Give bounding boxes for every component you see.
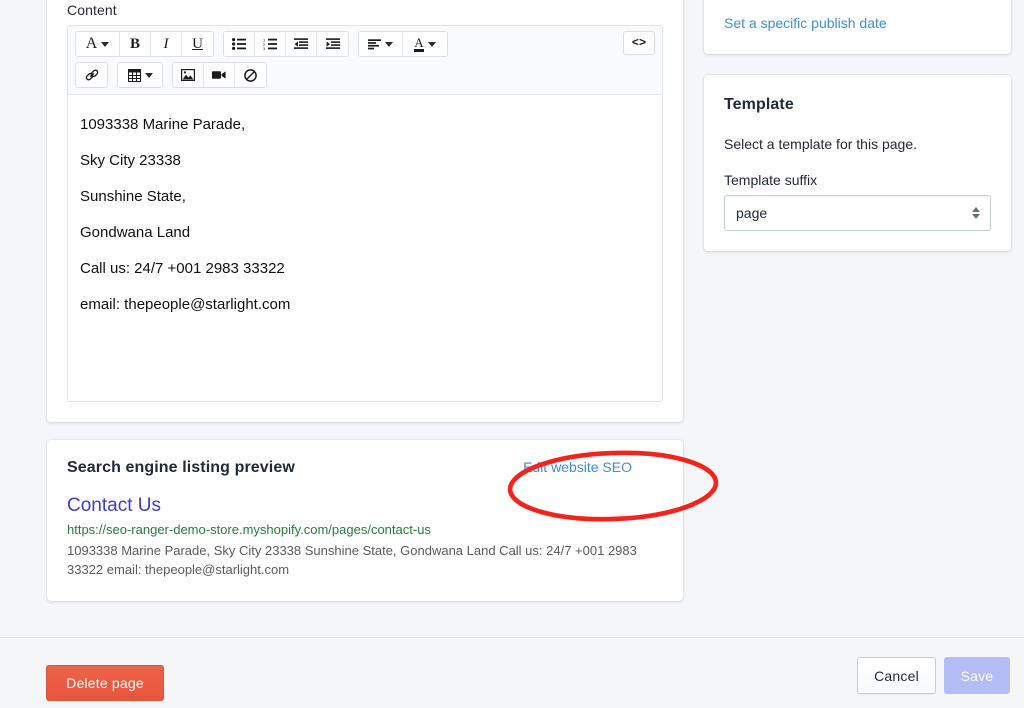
editor-line: Call us: 24/7 +001 2983 33322 — [80, 260, 285, 277]
editor-line: Sky City 23338 — [80, 152, 181, 169]
toolbar-row-2 — [75, 62, 655, 88]
toolbar-group-table — [117, 62, 163, 88]
editor-line: Gondwana Land — [80, 224, 191, 241]
toolbar-group-link — [75, 62, 108, 88]
template-card: Template Select a template for this page… — [704, 75, 1011, 251]
editor-line: email: thepeople@starlight.com — [80, 296, 291, 313]
delete-page-button[interactable]: Delete page — [46, 665, 164, 701]
template-card-title: Template — [724, 96, 794, 113]
template-suffix-select-wrap: page — [724, 195, 991, 231]
table-icon[interactable] — [118, 63, 162, 87]
seo-preview-description: 1093338 Marine Parade, Sky City 23338 Su… — [67, 543, 637, 577]
content-card: Content A B I U 1 2 3 A <> 1093338 Marin… — [47, 0, 683, 422]
align-icon[interactable] — [359, 32, 403, 56]
seo-preview-card: Search engine listing preview Edit websi… — [47, 440, 683, 601]
link-icon[interactable] — [76, 63, 107, 87]
svg-text:3: 3 — [263, 46, 266, 50]
main-column: Content A B I U 1 2 3 A <> 1093338 Marin… — [47, 0, 683, 601]
sidebar-card-gap — [704, 54, 1011, 75]
chevron-down-icon — [385, 41, 393, 47]
code-view-icon[interactable]: <> — [623, 31, 655, 55]
seo-card-header: Search engine listing preview Edit websi… — [67, 459, 663, 477]
underline-icon[interactable]: U — [182, 32, 213, 56]
template-suffix-label: Template suffix — [724, 172, 818, 188]
template-suffix-select[interactable]: page — [724, 195, 991, 231]
page-editor-screen: Content A B I U 1 2 3 A <> 1093338 Marin… — [0, 0, 1024, 708]
editor-toolbar: A B I U 1 2 3 A <> — [68, 26, 662, 95]
video-icon[interactable] — [204, 63, 235, 87]
seo-preview-url: https://seo-ranger-demo-store.myshopify.… — [67, 522, 431, 537]
bulleted-list-icon[interactable] — [224, 32, 255, 56]
set-publish-date-link[interactable]: Set a specific publish date — [724, 15, 887, 31]
image-icon[interactable] — [173, 63, 204, 87]
chevron-down-icon — [144, 72, 153, 78]
toolbar-right-group: <> — [623, 31, 655, 55]
editor-content-area[interactable]: 1093338 Marine Parade, Sky City 23338 Su… — [68, 95, 662, 401]
font-family-icon[interactable]: A — [76, 32, 120, 56]
toolbar-group-lists: 1 2 3 — [223, 31, 349, 57]
editor-line: Sunshine State, — [80, 188, 186, 205]
edit-website-seo-link[interactable]: Edit website SEO — [523, 459, 632, 475]
clear-formatting-icon[interactable] — [235, 63, 266, 87]
text-color-icon[interactable]: A — [403, 32, 447, 56]
numbered-list-icon[interactable]: 1 2 3 — [255, 32, 286, 56]
italic-icon[interactable]: I — [151, 32, 182, 56]
editor-line: 1093338 Marine Parade, — [80, 116, 246, 133]
toolbar-group-font: A B I U — [75, 31, 214, 57]
outdent-icon[interactable] — [286, 32, 317, 56]
toolbar-group-media — [172, 62, 267, 88]
save-button[interactable]: Save — [944, 657, 1010, 694]
seo-listing-preview: Contact Us https://seo-ranger-demo-store… — [67, 494, 663, 579]
chevron-down-icon — [101, 41, 110, 47]
sidebar-column: Set a specific publish date Template Sel… — [704, 0, 1011, 251]
seo-section-title: Search engine listing preview — [67, 459, 295, 476]
toolbar-row-1: A B I U 1 2 3 A <> — [75, 31, 655, 57]
template-card-description: Select a template for this page. — [724, 136, 917, 152]
chevron-down-icon — [427, 41, 436, 47]
toolbar-group-align-color: A — [358, 31, 448, 57]
seo-preview-title[interactable]: Contact Us — [67, 494, 663, 518]
bold-icon[interactable]: B — [120, 32, 151, 56]
cancel-button[interactable]: Cancel — [857, 657, 936, 694]
content-label: Content — [67, 2, 117, 18]
visibility-card: Set a specific publish date — [704, 0, 1011, 54]
rich-text-editor[interactable]: A B I U 1 2 3 A <> 1093338 Marine Parade… — [67, 25, 663, 402]
visibility-card-filler — [724, 0, 991, 13]
indent-icon[interactable] — [317, 32, 348, 56]
